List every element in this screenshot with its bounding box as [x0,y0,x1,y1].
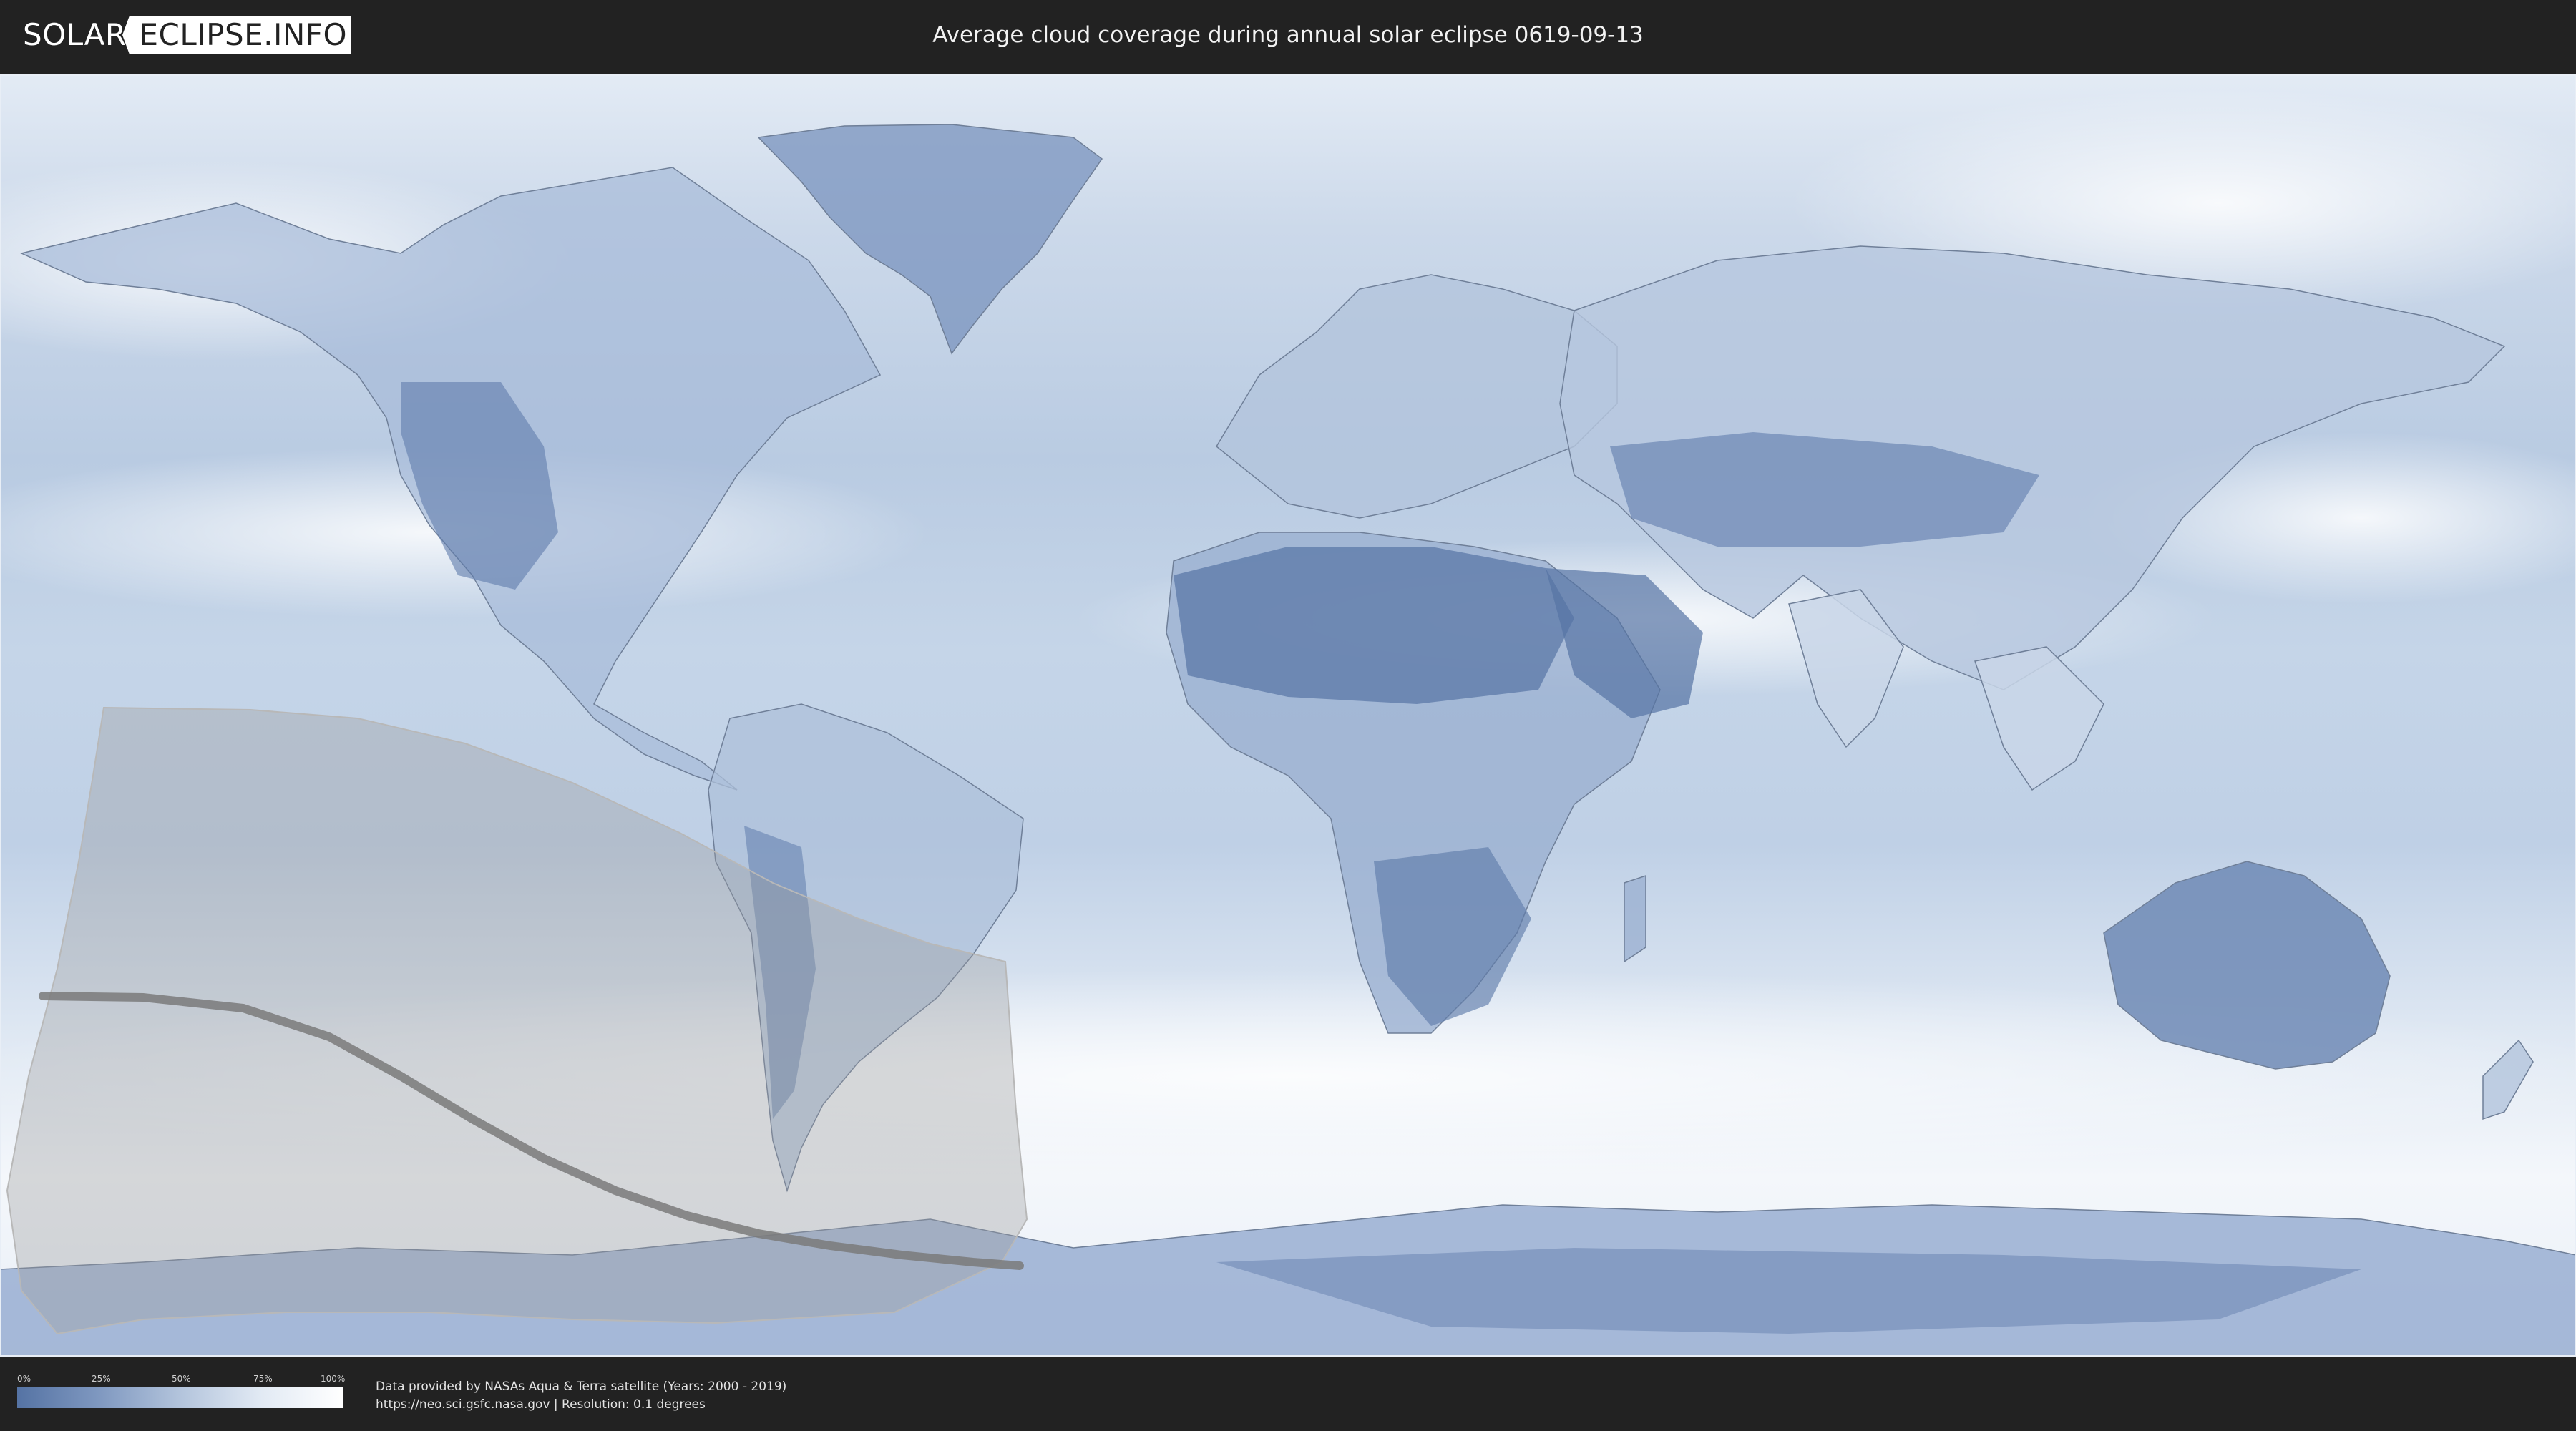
legend-ticks: 0% 25% 50% 75% 100% [17,1371,346,1387]
cloud-coverage-map[interactable] [0,74,2576,1357]
cloud-coverage-legend: 0% 25% 50% 75% 100% [17,1371,346,1408]
map-canvas [0,74,2576,1357]
legend-tick-50: 50% [172,1374,191,1384]
legend-tick-75: 75% [253,1374,273,1384]
legend-tick-100: 100% [321,1374,346,1384]
page-title: Average cloud coverage during annual sol… [932,22,1644,48]
landmass-madagascar [1624,874,1646,963]
credits-line-source: Data provided by NASAs Aqua & Terra sate… [376,1379,787,1394]
legend-tick-0: 0% [17,1374,31,1384]
page: SOLAR ECLIPSE.INFO Average cloud coverag… [0,0,2576,1431]
data-credits: Data provided by NASAs Aqua & Terra sate… [376,1378,786,1414]
legend-tick-25: 25% [92,1374,111,1384]
credits-line-url[interactable]: https://neo.sci.gsfc.nasa.gov | Resoluti… [376,1396,786,1414]
footer-bar: 0% 25% 50% 75% 100% Data provided by NAS… [0,1357,2576,1431]
header-bar: SOLAR ECLIPSE.INFO Average cloud coverag… [0,0,2576,70]
sahara-clear-area [1174,547,1574,704]
legend-color-ramp [17,1387,343,1408]
